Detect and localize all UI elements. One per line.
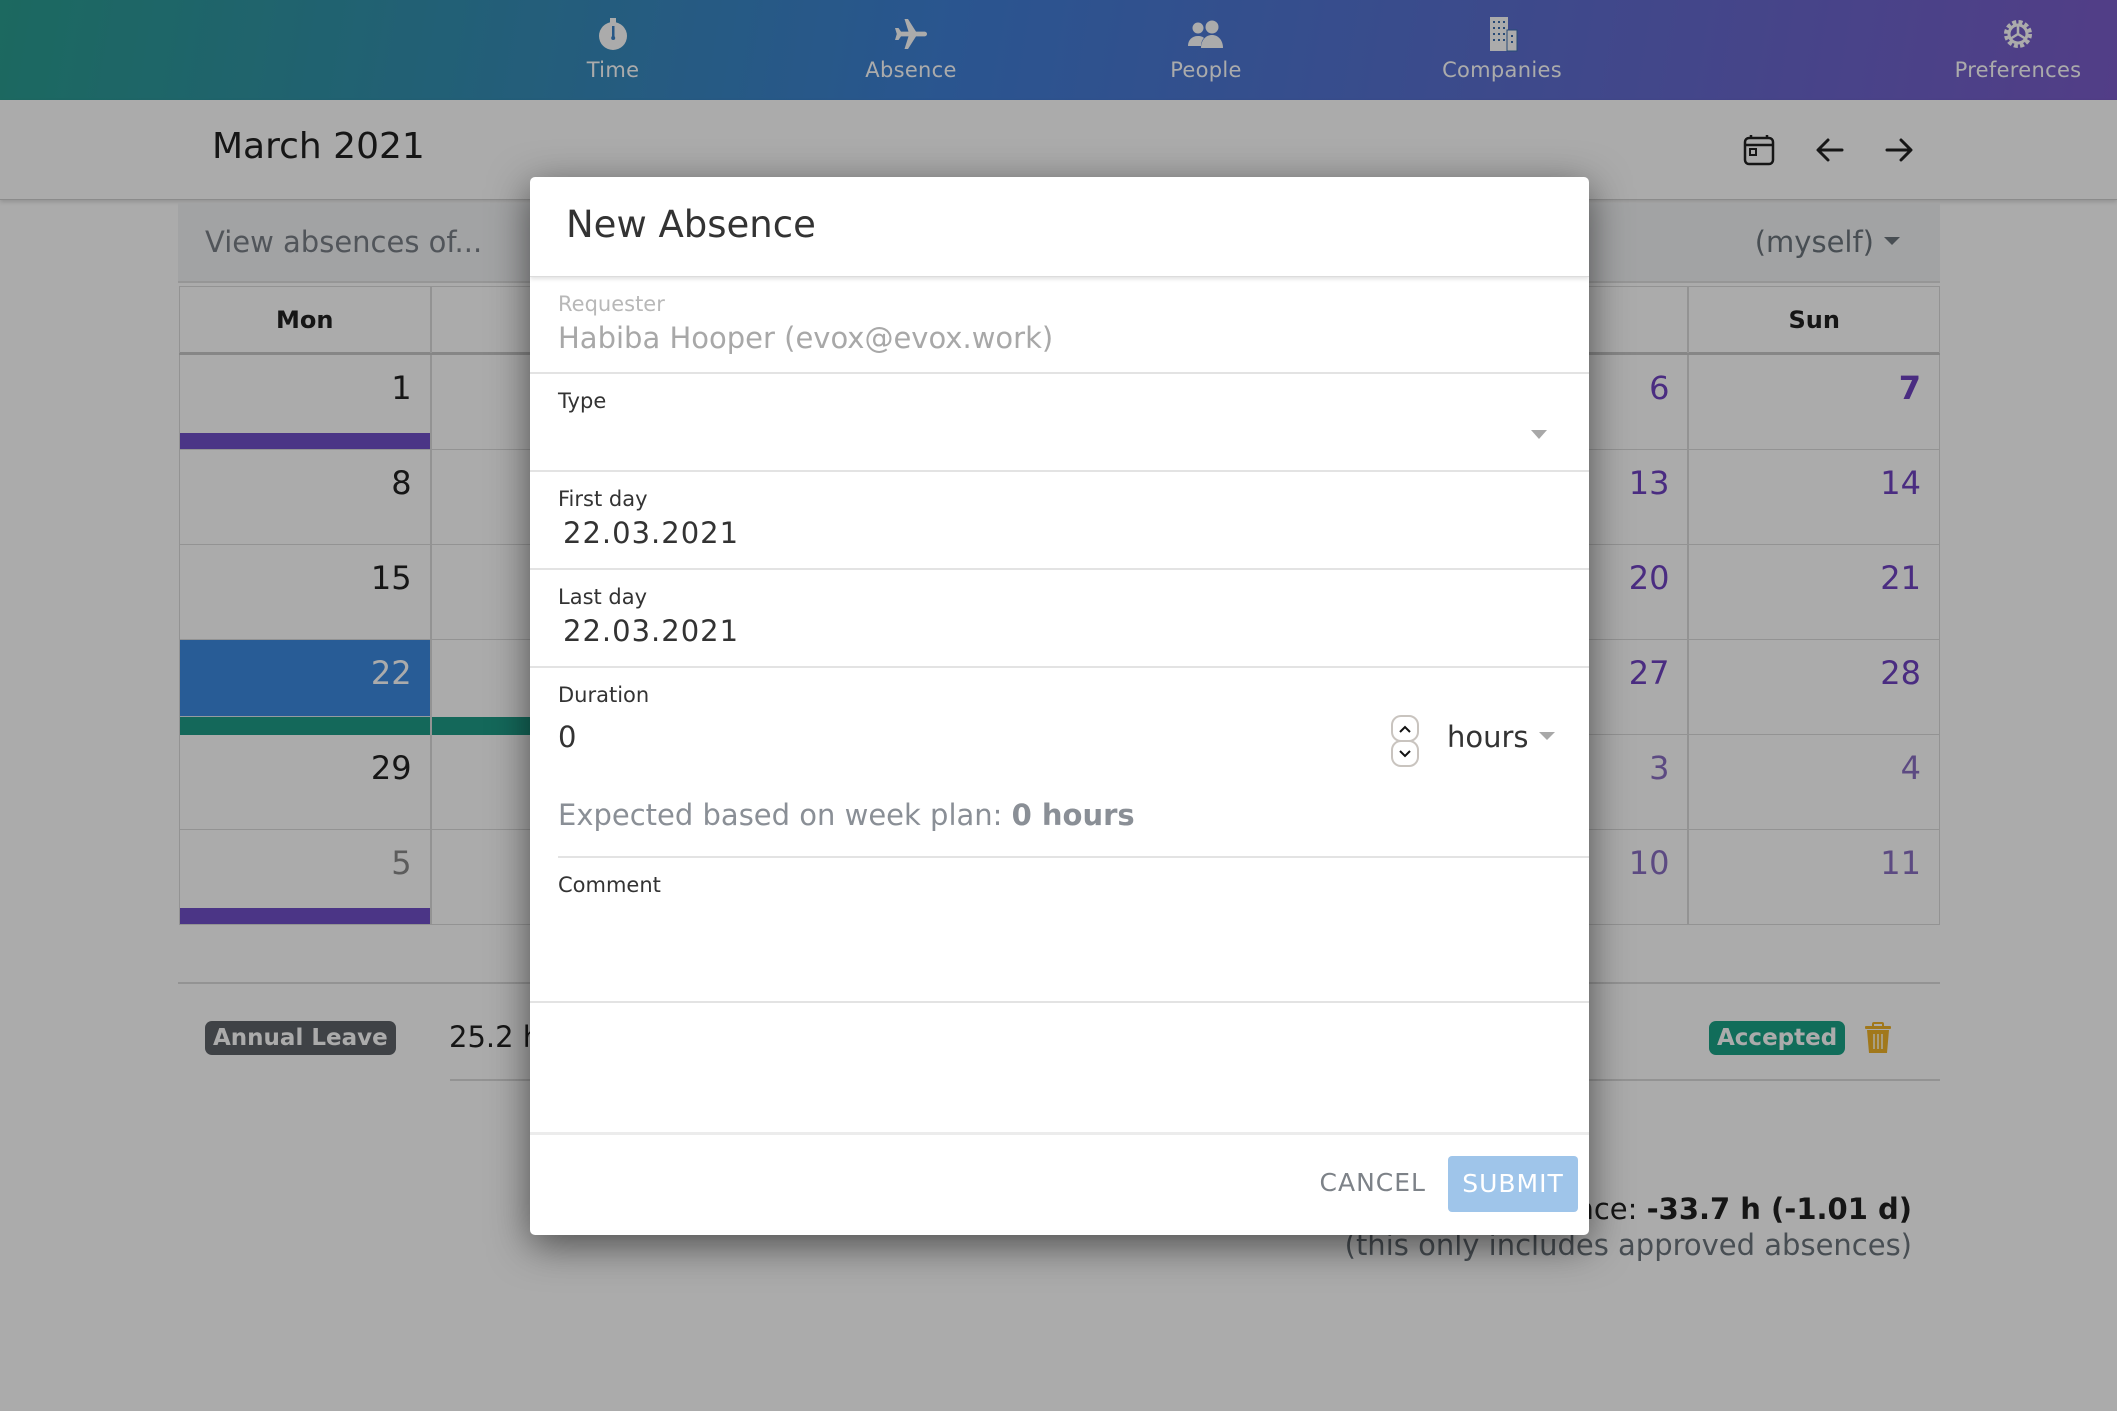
chevron-down-icon [1538, 732, 1555, 740]
first-day-field[interactable]: First day 22.03.2021 [530, 472, 1589, 570]
expected-label: Expected based on week plan: [558, 798, 1012, 832]
first-day-label: First day [558, 487, 648, 511]
decrement-button[interactable] [1391, 740, 1419, 767]
comment-textarea[interactable] [530, 858, 1589, 1001]
duration-label: Duration [558, 683, 650, 707]
dialog-title: New Absence [566, 203, 816, 246]
first-day-input[interactable]: 22.03.2021 [563, 516, 739, 550]
dialog-header: New Absence [530, 177, 1589, 277]
chevron-down-icon [1531, 430, 1547, 439]
comment-field[interactable]: Comment [530, 858, 1589, 1003]
requester-field: Requester Habiba Hooper (evox@evox.work) [530, 277, 1589, 374]
expected-value: 0 hours [1011, 798, 1135, 832]
expected-hours-hint: Expected based on week plan: 0 hours [558, 798, 1135, 832]
duration-unit-select[interactable]: hours [1447, 720, 1555, 754]
requester-label: Requester [558, 292, 665, 316]
duration-input[interactable]: 0 [558, 720, 576, 754]
increment-button[interactable] [1391, 715, 1419, 742]
duration-field: Duration 0 hours Expected based on week … [530, 668, 1589, 858]
last-day-field[interactable]: Last day 22.03.2021 [530, 570, 1589, 668]
type-label: Type [558, 389, 607, 413]
dialog-body-spacer [530, 1003, 1589, 1135]
dialog-footer: CANCEL SUBMIT [530, 1135, 1589, 1235]
duration-unit-value: hours [1447, 720, 1529, 754]
new-absence-dialog: New Absence Requester Habiba Hooper (evo… [530, 177, 1589, 1235]
requester-value: Habiba Hooper (evox@evox.work) [558, 321, 1054, 355]
submit-button[interactable]: SUBMIT [1448, 1156, 1578, 1212]
duration-stepper[interactable] [1391, 715, 1419, 767]
last-day-label: Last day [558, 585, 648, 609]
chevron-up-icon [1399, 725, 1411, 733]
type-select[interactable]: Type [530, 374, 1589, 472]
cancel-button[interactable]: CANCEL [1320, 1168, 1426, 1197]
chevron-down-icon [1399, 749, 1411, 757]
last-day-input[interactable]: 22.03.2021 [563, 614, 739, 648]
